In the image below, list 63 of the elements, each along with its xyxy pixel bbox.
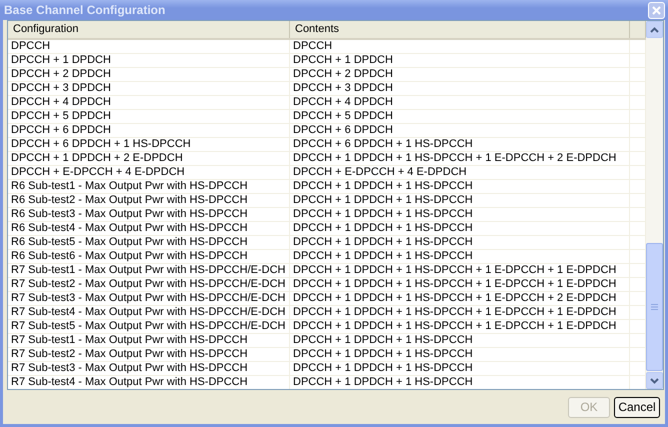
table-cell: DPCCH + 6 DPDCH + 1 HS-DPCCH: [290, 138, 630, 151]
table-cell: DPCCH + 1 DPDCH + 1 HS-DPCCH + 1 E-DPCCH + 1 E-DPDCH: [290, 278, 630, 291]
table-cell: DPCCH + 1 DPDCH + 1 HS-DPCCH: [290, 180, 630, 193]
table-cell: DPCCH + 1 DPDCH: [290, 54, 630, 67]
table-cell: R7 Sub-test3 - Max Output Pwr with HS-DPCCH/E-DCH: [8, 292, 290, 305]
scroll-down-button[interactable]: [646, 372, 663, 389]
table-cell: DPCCH + 6 DPDCH + 1 HS-DPCCH: [8, 138, 290, 151]
table-cell: DPCCH + 1 DPDCH + 1 HS-DPCCH: [290, 236, 630, 249]
table-cell: DPCCH + 1 DPDCH + 1 HS-DPCCH + 1 E-DPCCH + 2 E-DPDCH: [290, 292, 630, 305]
table-cell: DPCCH + 1 DPDCH + 1 HS-DPCCH: [290, 348, 630, 361]
table-cell: DPCCH + 1 DPDCH + 1 HS-DPCCH: [290, 376, 630, 389]
scroll-up-button[interactable]: [646, 21, 663, 38]
table-cell: R7 Sub-test4 - Max Output Pwr with HS-DPCCH/E-DCH: [8, 306, 290, 319]
table-cell: R6 Sub-test2 - Max Output Pwr with HS-DPCCH: [8, 194, 290, 207]
column-header[interactable]: Configuration: [8, 21, 290, 38]
table-cell: R6 Sub-test5 - Max Output Pwr with HS-DPCCH: [8, 236, 290, 249]
table-cell: DPCCH + 1 DPDCH + 1 HS-DPCCH + 1 E-DPCCH + 1 E-DPDCH: [290, 320, 630, 333]
table-cell: R7 Sub-test2 - Max Output Pwr with HS-DPCCH/E-DCH: [8, 278, 290, 291]
column-header[interactable]: Contents: [290, 21, 630, 38]
table-cell: DPCCH + 1 DPDCH + 2 E-DPDCH: [8, 152, 290, 165]
table-cell: DPCCH + 6 DPDCH: [8, 124, 290, 137]
table-cell: DPCCH + 5 DPDCH: [290, 110, 630, 123]
table-cell: DPCCH + 5 DPDCH: [8, 110, 290, 123]
table-cell: DPCCH + 1 DPDCH + 1 HS-DPCCH: [290, 194, 630, 207]
grip-icon: [651, 303, 658, 311]
table-cell: DPCCH + E-DPCCH + 4 E-DPDCH: [290, 166, 630, 179]
table-cell: R7 Sub-test5 - Max Output Pwr with HS-DPCCH/E-DCH: [8, 320, 290, 333]
table-cell: R7 Sub-test1 - Max Output Pwr with HS-DPCCH: [8, 334, 290, 347]
table-cell: DPCCH + 2 DPDCH: [290, 68, 630, 81]
table-cell: DPCCH + 2 DPDCH: [8, 68, 290, 81]
table-cell: R6 Sub-test3 - Max Output Pwr with HS-DPCCH: [8, 208, 290, 221]
table-cell: DPCCH + 6 DPDCH: [290, 124, 630, 137]
table-cell: R7 Sub-test4 - Max Output Pwr with HS-DPCCH: [8, 376, 290, 389]
table-cell: R7 Sub-test1 - Max Output Pwr with HS-DPCCH/E-DCH: [8, 264, 290, 277]
table-cell: DPCCH + 4 DPDCH: [290, 96, 630, 109]
close-button[interactable]: [648, 2, 665, 18]
table-cell: DPCCH + 1 DPDCH + 1 HS-DPCCH + 1 E-DPCCH + 2 E-DPDCH: [290, 152, 630, 165]
table-cell: DPCCH + 3 DPDCH: [8, 82, 290, 95]
table-cell: DPCCH + 3 DPDCH: [290, 82, 630, 95]
cancel-button[interactable]: Cancel: [614, 396, 660, 418]
close-icon: [652, 6, 661, 14]
table-cell: R7 Sub-test3 - Max Output Pwr with HS-DPCCH: [8, 362, 290, 375]
table-cell: DPCCH + E-DPCCH + 4 E-DPDCH: [8, 166, 290, 179]
table-cell: R6 Sub-test4 - Max Output Pwr with HS-DPCCH: [8, 222, 290, 235]
window-title: Base Channel Configuration: [4, 3, 166, 17]
chevron-down-icon: [650, 378, 659, 384]
table-cell: DPCCH + 1 DPDCH + 1 HS-DPCCH + 1 E-DPCCH + 1 E-DPDCH: [290, 264, 630, 277]
table-cell: DPCCH + 1 DPDCH + 1 HS-DPCCH: [290, 362, 630, 375]
chevron-up-icon: [650, 26, 659, 32]
table-cell: R7 Sub-test2 - Max Output Pwr with HS-DPCCH: [8, 348, 290, 361]
table-cell: DPCCH: [290, 40, 630, 53]
table-cell: DPCCH + 1 DPDCH + 1 HS-DPCCH: [290, 208, 630, 221]
scrollbar[interactable]: [646, 21, 663, 389]
table-cell: DPCCH + 1 DPDCH + 1 HS-DPCCH: [290, 250, 630, 263]
table-cell: R6 Sub-test6 - Max Output Pwr with HS-DPCCH: [8, 250, 290, 263]
table-cell: DPCCH + 1 DPDCH: [8, 54, 290, 67]
table-cell: DPCCH + 1 DPDCH + 1 HS-DPCCH + 1 E-DPCCH + 1 E-DPDCH: [290, 306, 630, 319]
table-cell: DPCCH + 1 DPDCH + 1 HS-DPCCH: [290, 334, 630, 347]
table-cell: R6 Sub-test1 - Max Output Pwr with HS-DPCCH: [8, 180, 290, 193]
table-cell: DPCCH + 4 DPDCH: [8, 96, 290, 109]
scrollbar-thumb[interactable]: [646, 243, 663, 371]
table-cell: DPCCH + 1 DPDCH + 1 HS-DPCCH: [290, 222, 630, 235]
table-cell: DPCCH: [8, 40, 290, 53]
